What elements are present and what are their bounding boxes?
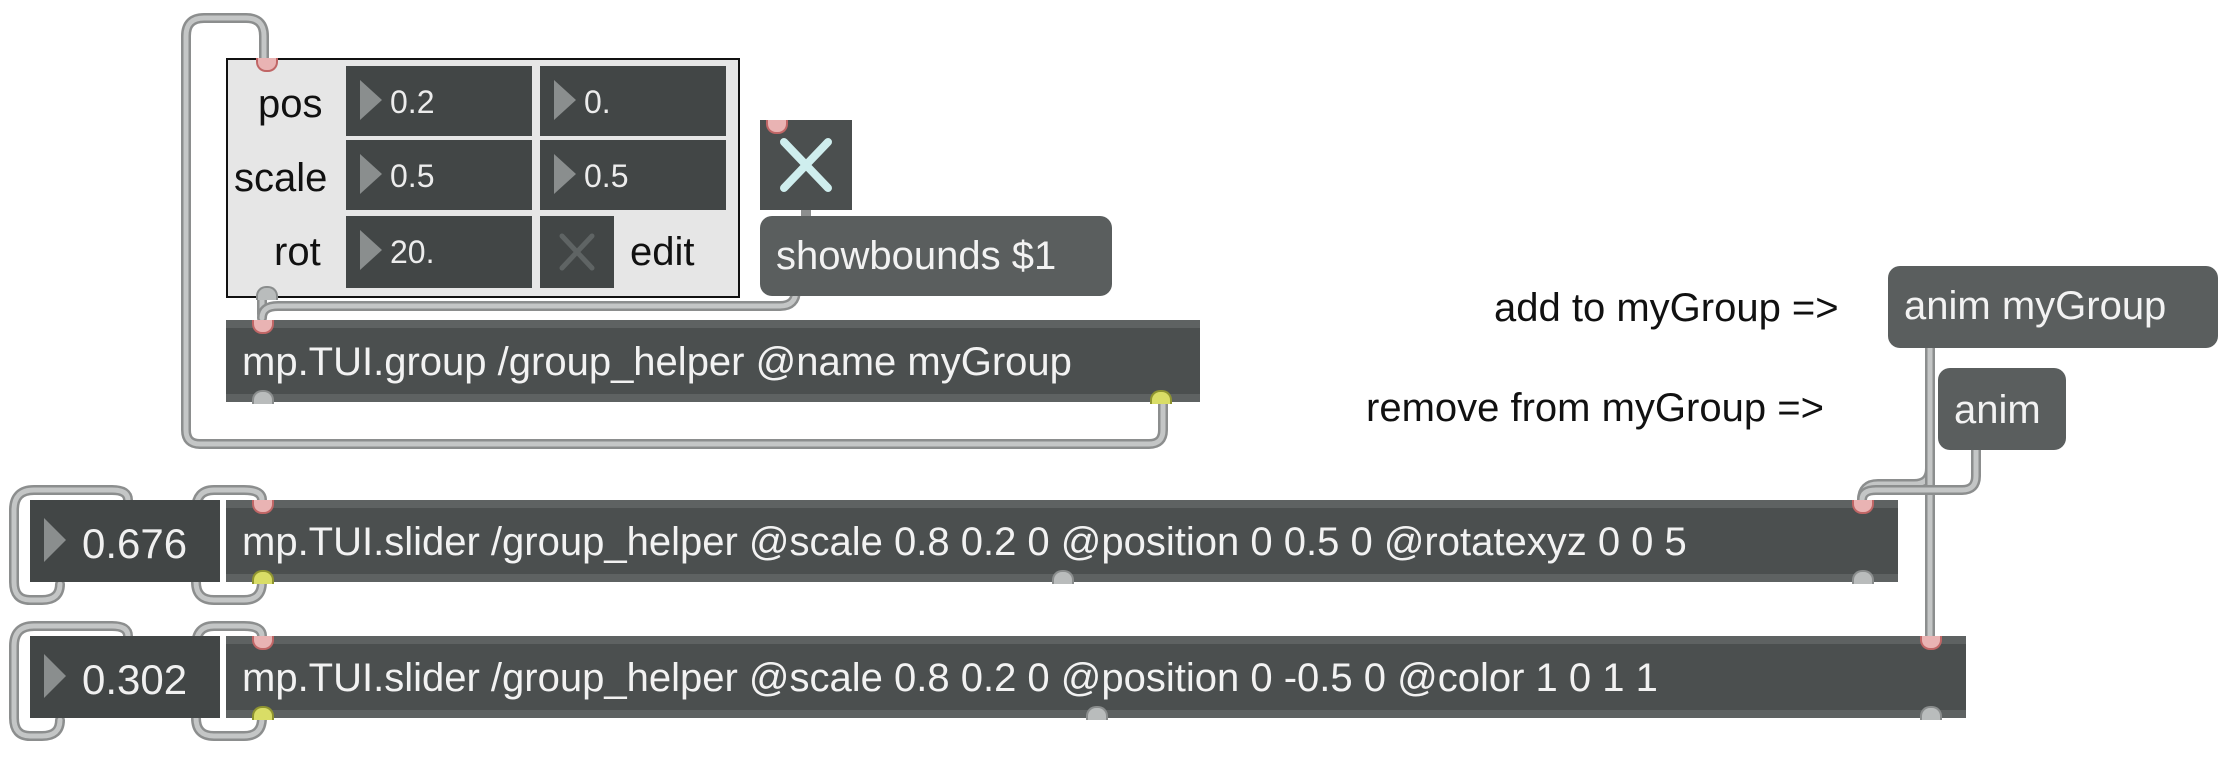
scale-label: scale bbox=[234, 156, 328, 200]
number-triangle-icon bbox=[360, 230, 382, 270]
slider2-outlet-left[interactable] bbox=[252, 706, 274, 720]
number-triangle-icon bbox=[44, 518, 66, 562]
slider2-outlet-mid[interactable] bbox=[1086, 706, 1108, 720]
slider1-object[interactable]: mp.TUI.slider /group_helper @scale 0.8 0… bbox=[226, 500, 1898, 584]
anim-message[interactable]: anim bbox=[1938, 368, 2066, 450]
group-outlet-left[interactable] bbox=[252, 390, 274, 404]
pos-y-number[interactable]: 0. bbox=[540, 66, 726, 136]
cord-anim-group-to-slider1 bbox=[1857, 343, 1935, 505]
scale-x-number[interactable]: 0.5 bbox=[346, 140, 532, 210]
comment-remove: remove from myGroup => bbox=[1366, 386, 1824, 430]
rot-label: rot bbox=[274, 230, 321, 274]
slider1-outlet-right[interactable] bbox=[1852, 570, 1874, 584]
panel-inlet[interactable] bbox=[256, 58, 278, 72]
pos-label: pos bbox=[258, 82, 323, 126]
comment-add: add to myGroup => bbox=[1494, 286, 1839, 330]
slider2-inlet-left[interactable] bbox=[252, 636, 274, 650]
panel-outlet[interactable] bbox=[256, 286, 278, 300]
anim-mygroup-message[interactable]: anim myGroup bbox=[1888, 266, 2218, 348]
rot-number[interactable]: 20. bbox=[346, 216, 532, 288]
transform-panel: pos scale rot 0.2 0. 0.5 0.5 20. edit bbox=[226, 58, 740, 300]
x-icon bbox=[559, 233, 595, 271]
slider1-outlet-left[interactable] bbox=[252, 570, 274, 584]
group-outlet-right[interactable] bbox=[1150, 390, 1172, 404]
showbounds-message[interactable]: showbounds $1 bbox=[760, 216, 1112, 296]
number-triangle-icon bbox=[44, 654, 66, 698]
pos-x-number[interactable]: 0.2 bbox=[346, 66, 532, 136]
slider2-outlet-right[interactable] bbox=[1920, 706, 1942, 720]
slider1-inlet-left[interactable] bbox=[252, 500, 274, 514]
edit-label: edit bbox=[630, 230, 695, 274]
number-triangle-icon bbox=[554, 80, 576, 120]
slider1-number[interactable]: 0.676 bbox=[30, 500, 220, 582]
cord-anim-to-slider1 bbox=[1857, 445, 1981, 505]
showbounds-toggle[interactable] bbox=[760, 120, 852, 210]
edit-toggle[interactable] bbox=[540, 216, 614, 288]
slider2-object[interactable]: mp.TUI.slider /group_helper @scale 0.8 0… bbox=[226, 636, 1966, 720]
group-object[interactable]: mp.TUI.group /group_helper @name myGroup bbox=[226, 320, 1200, 404]
slider2-inlet-right[interactable] bbox=[1920, 636, 1942, 650]
slider2-number[interactable]: 0.302 bbox=[30, 636, 220, 718]
group-inlet[interactable] bbox=[252, 320, 274, 334]
number-triangle-icon bbox=[360, 154, 382, 194]
number-triangle-icon bbox=[360, 80, 382, 120]
number-triangle-icon bbox=[554, 154, 576, 194]
slider1-outlet-mid[interactable] bbox=[1052, 570, 1074, 584]
scale-y-number[interactable]: 0.5 bbox=[540, 140, 726, 210]
patcher-canvas[interactable]: pos scale rot 0.2 0. 0.5 0.5 20. edit sh… bbox=[0, 0, 2238, 758]
slider1-inlet-right[interactable] bbox=[1852, 500, 1874, 514]
